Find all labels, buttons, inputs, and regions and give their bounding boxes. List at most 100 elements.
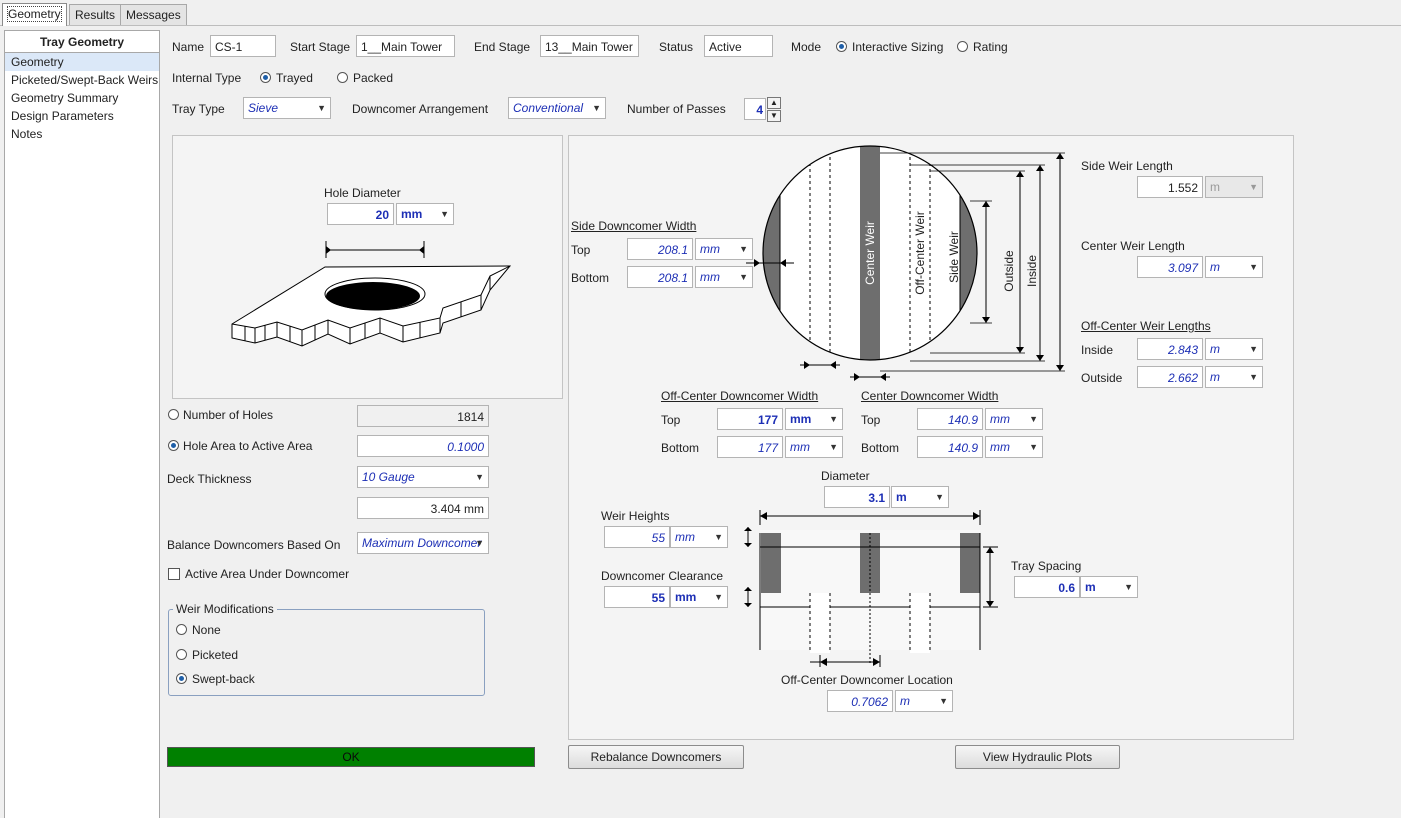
- hole-area-field[interactable]: 0.1000: [357, 435, 489, 457]
- dc-arrangement-value: Conventional: [513, 101, 584, 115]
- tab-messages[interactable]: Messages: [120, 4, 187, 25]
- tray-spacing-label: Tray Spacing: [1011, 559, 1082, 573]
- spin-up-icon[interactable]: ▲: [767, 97, 781, 109]
- side-weir-unit-select: m ▼: [1205, 176, 1263, 198]
- weir-none-label: None: [192, 623, 221, 637]
- side-weir-field[interactable]: 1.552: [1137, 176, 1203, 198]
- passes-spinner[interactable]: ▲ ▼: [767, 97, 781, 123]
- dc-arrangement-select[interactable]: Conventional ▼: [508, 97, 606, 119]
- chevron-down-icon: ▼: [1249, 182, 1258, 192]
- num-holes-field[interactable]: 1814: [357, 405, 489, 427]
- dc-clearance-field[interactable]: 55: [604, 586, 670, 608]
- off-center-dc-top-unit-select[interactable]: mm ▼: [785, 408, 843, 430]
- sidebar-title: Tray Geometry: [5, 31, 159, 53]
- name-field[interactable]: CS-1: [210, 35, 276, 57]
- deck-gauge-select[interactable]: 10 Gauge ▼: [357, 466, 489, 488]
- hole-area-label: Hole Area to Active Area: [183, 439, 313, 453]
- view-hydraulic-plots-button[interactable]: View Hydraulic Plots: [955, 745, 1120, 769]
- dc-clearance-label: Downcomer Clearance: [601, 569, 724, 583]
- side-dc-title: Side Downcomer Width: [571, 219, 697, 233]
- tab-results[interactable]: Results: [69, 4, 122, 25]
- tray-spacing-unit-select[interactable]: m ▼: [1080, 576, 1138, 598]
- off-center-weir-inside-label: Inside: [1081, 343, 1114, 357]
- outside-diagram-label: Outside: [1002, 250, 1016, 292]
- active-area-checkbox[interactable]: [168, 568, 180, 580]
- status-field[interactable]: Active: [704, 35, 773, 57]
- weir-picketed-radio[interactable]: [176, 649, 187, 660]
- weir-heights-unit-select[interactable]: mm ▼: [670, 526, 728, 548]
- chevron-down-icon: ▼: [317, 103, 326, 113]
- chevron-down-icon: ▼: [475, 538, 484, 548]
- center-weir-unit-select[interactable]: m ▼: [1205, 256, 1263, 278]
- rebalance-downcomers-button[interactable]: Rebalance Downcomers: [568, 745, 744, 769]
- sidebar-item-design-parameters[interactable]: Design Parameters: [5, 107, 159, 125]
- center-dc-top-unit-select[interactable]: mm ▼: [985, 408, 1043, 430]
- dc-clearance-unit-select[interactable]: mm ▼: [670, 586, 728, 608]
- off-center-weir-outside-unit-select[interactable]: m ▼: [1205, 366, 1263, 388]
- passes-field[interactable]: 4: [744, 98, 766, 120]
- sidebar-item-notes[interactable]: Notes: [5, 125, 159, 143]
- tray-type-value: Sieve: [248, 101, 279, 115]
- center-dc-top-unit: mm: [990, 412, 1010, 426]
- passes-label: Number of Passes: [627, 102, 726, 116]
- center-weir-field[interactable]: 3.097: [1137, 256, 1203, 278]
- weir-picketed-label: Picketed: [192, 648, 239, 662]
- deck-gauge-value: 10 Gauge: [362, 470, 415, 484]
- side-weir-diagram-label: Side Weir: [947, 231, 961, 283]
- end-stage-field[interactable]: 13__Main Tower: [540, 35, 639, 57]
- off-center-dc-bottom-unit-select[interactable]: mm ▼: [785, 436, 843, 458]
- chevron-down-icon: ▼: [1124, 582, 1133, 592]
- off-center-loc-field[interactable]: 0.7062: [827, 690, 893, 712]
- chevron-down-icon: ▼: [475, 472, 484, 482]
- sidebar-item-geometry-summary[interactable]: Geometry Summary: [5, 89, 159, 107]
- hole-area-radio[interactable]: [168, 440, 179, 451]
- side-dc-top-unit-select[interactable]: mm ▼: [695, 238, 753, 260]
- deck-thickness-field[interactable]: 3.404 mm: [357, 497, 489, 519]
- center-weir-unit: m: [1210, 260, 1220, 274]
- num-holes-radio[interactable]: [168, 409, 179, 420]
- mode-interactive-radio[interactable]: [836, 41, 847, 52]
- start-stage-field[interactable]: 1__Main Tower: [356, 35, 455, 57]
- off-center-weir-outside-field[interactable]: 2.662: [1137, 366, 1203, 388]
- tray-type-select[interactable]: Sieve ▼: [243, 97, 331, 119]
- hole-diameter-unit-select[interactable]: mm ▼: [396, 203, 454, 225]
- center-dc-bottom-field[interactable]: 140.9: [917, 436, 983, 458]
- hole-diameter-unit: mm: [401, 207, 423, 221]
- tray-spacing-field[interactable]: 0.6: [1014, 576, 1080, 598]
- num-holes-label: Number of Holes: [183, 408, 274, 422]
- weir-swept-radio[interactable]: [176, 673, 187, 684]
- chevron-down-icon: ▼: [829, 414, 838, 424]
- sidebar-item-geometry[interactable]: Geometry: [5, 53, 159, 71]
- off-center-weir-outside-unit: m: [1210, 370, 1220, 384]
- internal-packed-radio[interactable]: [337, 72, 348, 83]
- balance-value: Maximum Downcomer: [362, 536, 482, 550]
- internal-trayed-radio[interactable]: [260, 72, 271, 83]
- spin-down-icon[interactable]: ▼: [767, 110, 781, 122]
- tray-side-view-drawing: [744, 510, 998, 667]
- off-center-loc-unit: m: [900, 694, 910, 708]
- off-center-weir-inside-field[interactable]: 2.843: [1137, 338, 1203, 360]
- center-dc-bottom-unit-select[interactable]: mm ▼: [985, 436, 1043, 458]
- off-center-dc-bottom-field[interactable]: 177: [717, 436, 783, 458]
- mode-rating-radio[interactable]: [957, 41, 968, 52]
- diameter-label: Diameter: [821, 469, 870, 483]
- off-center-weir-inside-unit-select[interactable]: m ▼: [1205, 338, 1263, 360]
- inside-diagram-label: Inside: [1025, 255, 1039, 287]
- center-dc-top-field[interactable]: 140.9: [917, 408, 983, 430]
- end-stage-label: End Stage: [474, 40, 531, 54]
- chevron-down-icon: ▼: [1029, 442, 1038, 452]
- side-dc-bottom-unit: mm: [700, 270, 720, 284]
- sidebar-item-picketed-weirs[interactable]: Picketed/Swept-Back Weirs: [5, 71, 159, 89]
- tab-geometry[interactable]: Geometry: [2, 3, 67, 26]
- off-center-dc-top-field[interactable]: 177: [717, 408, 783, 430]
- weir-heights-field[interactable]: 55: [604, 526, 670, 548]
- off-center-loc-unit-select[interactable]: m ▼: [895, 690, 953, 712]
- side-dc-bottom-field[interactable]: 208.1: [627, 266, 693, 288]
- side-dc-bottom-unit-select[interactable]: mm ▼: [695, 266, 753, 288]
- side-dc-top-field[interactable]: 208.1: [627, 238, 693, 260]
- weir-none-radio[interactable]: [176, 624, 187, 635]
- off-center-dc-bottom-unit: mm: [790, 440, 810, 454]
- hole-diameter-field[interactable]: 20: [327, 203, 394, 225]
- internal-packed-label: Packed: [353, 71, 394, 85]
- balance-select[interactable]: Maximum Downcomer ▼: [357, 532, 489, 554]
